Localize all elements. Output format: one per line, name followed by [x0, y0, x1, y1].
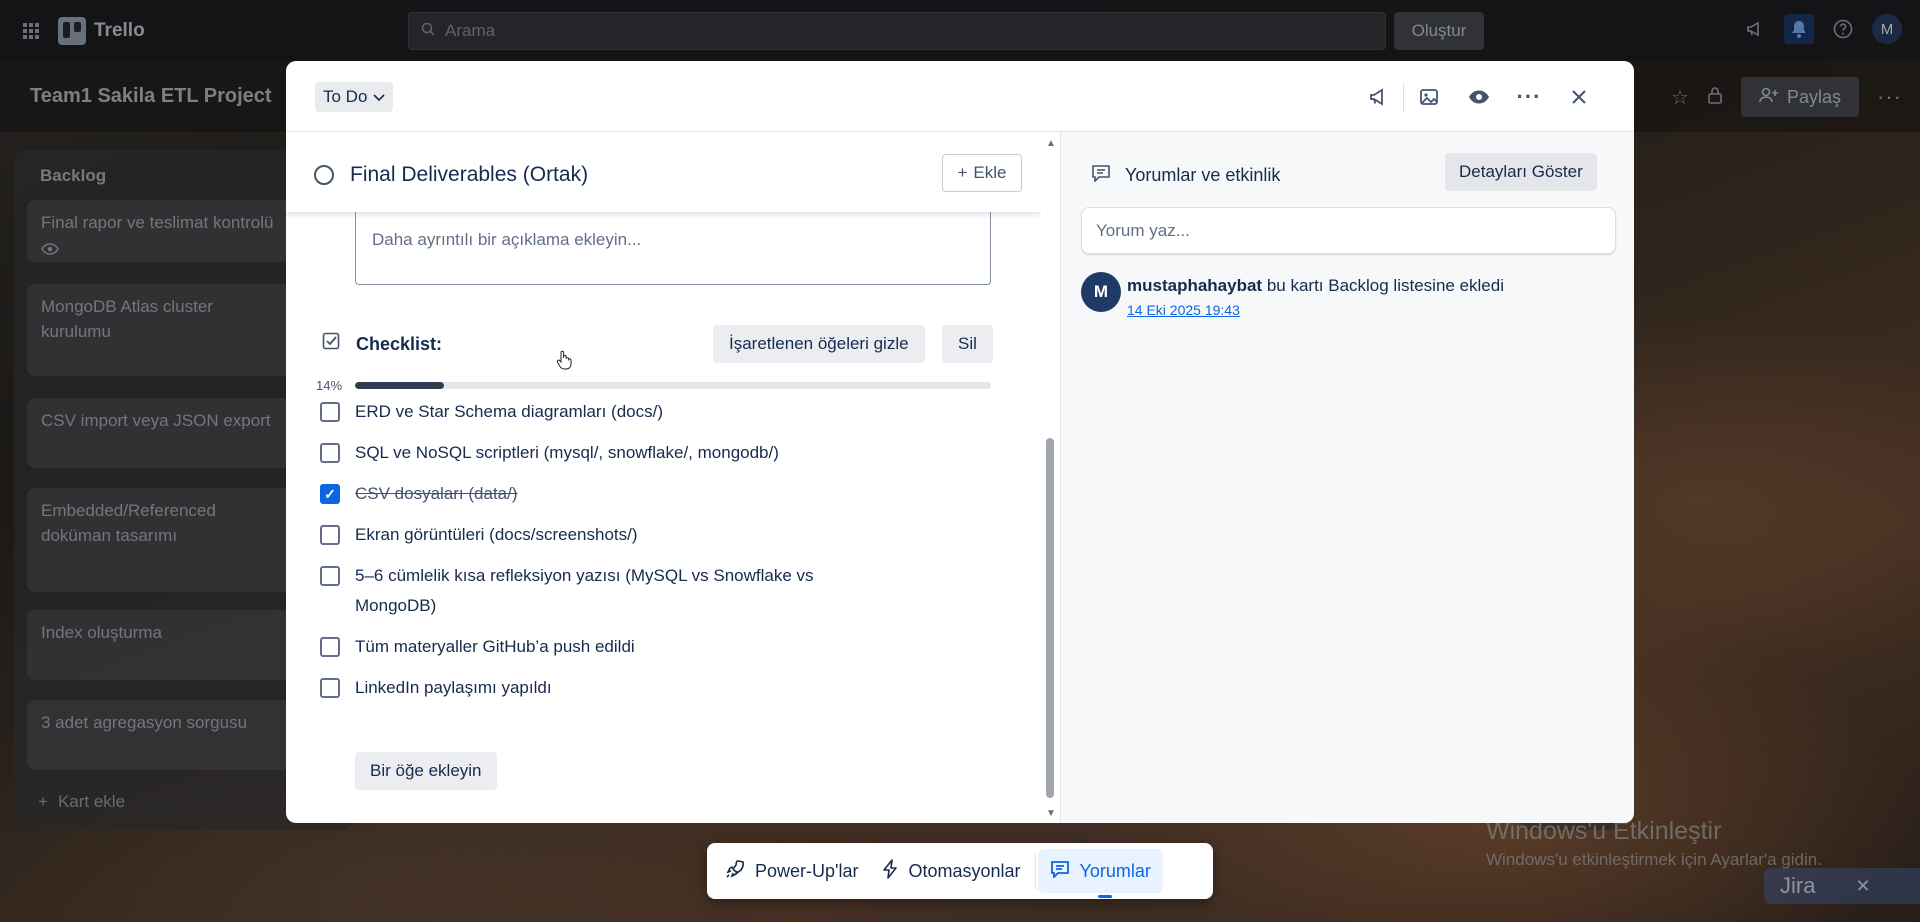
add-checklist-item-button[interactable]: Bir öğe ekleyin: [355, 752, 497, 790]
complete-card-checkbox[interactable]: [314, 165, 334, 185]
checklist-item[interactable]: ✓ CSV dosyaları (data/): [320, 483, 940, 509]
checklist-item[interactable]: Ekran görüntüleri (docs/screenshots/): [320, 524, 940, 550]
powerups-label: Power-Up'lar: [755, 860, 859, 881]
checklist-item-label[interactable]: Ekran görüntüleri (docs/screenshots/): [355, 520, 638, 550]
rocket-icon: [725, 859, 745, 884]
lightning-icon: [882, 858, 898, 884]
checklist-items: ERD ve Star Schema diagramları (docs/) SQ…: [320, 401, 940, 718]
watch-eye-icon[interactable]: [1454, 81, 1504, 113]
activity-action: bu kartı Backlog listesine ekledi: [1262, 276, 1504, 295]
checklist-item-checkbox[interactable]: [320, 566, 340, 586]
megaphone-icon[interactable]: [1353, 81, 1403, 113]
status-dropdown[interactable]: To Do: [315, 82, 394, 112]
card-title-row: Final Deliverables (Ortak) + Ekle: [286, 132, 1041, 212]
checklist-item[interactable]: LinkedIn paylaşımı yapıldı: [320, 677, 940, 703]
comments-button[interactable]: Yorumlar: [1037, 849, 1163, 898]
comments-title: Yorumlar ve etkinlik: [1125, 165, 1281, 185]
checklist-item-label[interactable]: LinkedIn paylaşımı yapıldı: [355, 673, 552, 703]
checklist-item-checkbox[interactable]: [320, 402, 340, 422]
comment-input[interactable]: Yorum yaz...: [1081, 207, 1616, 254]
checklist-item-checkbox[interactable]: [320, 443, 340, 463]
checklist-item[interactable]: 5–6 cümlelik kısa refleksiyon yazısı (My…: [320, 565, 940, 621]
checklist-item-checkbox[interactable]: ✓: [320, 484, 340, 504]
checklist-item-checkbox[interactable]: [320, 678, 340, 698]
checklist-item-label[interactable]: Tüm materyaller GitHub’a push edildi: [355, 632, 635, 662]
checklist-item-label[interactable]: ERD ve Star Schema diagramları (docs/): [355, 397, 663, 427]
checklist-item-label[interactable]: CSV dosyaları (data/): [355, 479, 518, 509]
automations-label: Otomasyonlar: [908, 860, 1021, 881]
comments-label: Yorumlar: [1079, 860, 1151, 881]
checklist-item-checkbox[interactable]: [320, 525, 340, 545]
add-label: Ekle: [973, 163, 1007, 182]
checklist-progress-bar: [355, 382, 991, 389]
status-value: To Do: [323, 87, 368, 106]
activity-timestamp[interactable]: 14 Eki 2025 19:43: [1127, 302, 1240, 318]
comments-panel: Yorumlar ve etkinlik Detayları Göster Yo…: [1060, 132, 1634, 823]
checklist-progress-label: 14%: [316, 378, 343, 393]
checklist-item[interactable]: SQL ve NoSQL scriptleri (mysql/, snowfla…: [320, 442, 940, 468]
card-title[interactable]: Final Deliverables (Ortak): [350, 163, 588, 187]
comment-icon: [1050, 860, 1070, 883]
comment-icon: [1091, 164, 1111, 187]
activity-user[interactable]: mustaphahaybat: [1127, 276, 1262, 295]
plus-icon: +: [957, 163, 968, 182]
avatar[interactable]: M: [1081, 272, 1121, 312]
add-button[interactable]: + Ekle: [942, 154, 1022, 192]
delete-checklist-button[interactable]: Sil: [942, 325, 993, 363]
bottom-dock: Power-Up'lar Otomasyonlar Yorumlar: [707, 843, 1213, 899]
checklist-item-label[interactable]: SQL ve NoSQL scriptleri (mysql/, snowfla…: [355, 438, 779, 468]
close-icon[interactable]: [1554, 81, 1604, 113]
checklist-title[interactable]: Checklist:: [356, 334, 442, 355]
automations-button[interactable]: Otomasyonlar: [870, 849, 1032, 893]
powerups-button[interactable]: Power-Up'lar: [713, 849, 870, 893]
scrollbar-thumb[interactable]: [1046, 438, 1054, 798]
scroll-up-arrow-icon[interactable]: ▲: [1046, 138, 1056, 149]
cover-image-icon[interactable]: [1404, 81, 1454, 113]
checklist-item-label[interactable]: 5–6 cümlelik kısa refleksiyon yazısı (My…: [355, 561, 825, 621]
description-textarea[interactable]: Daha ayrıntılı bir açıklama ekleyin...: [355, 212, 991, 285]
hide-checked-items-button[interactable]: İşaretlenen öğeleri gizle: [713, 325, 925, 363]
card-detail-modal: To Do ··· Final Deliverables (Ortak) + E…: [286, 61, 1634, 823]
show-details-button[interactable]: Detayları Göster: [1445, 153, 1597, 191]
scroll-down-arrow-icon[interactable]: ▼: [1046, 808, 1056, 819]
modal-header: To Do ···: [286, 61, 1634, 132]
checklist-item[interactable]: Tüm materyaller GitHub’a push edildi: [320, 636, 940, 662]
checklist-item-checkbox[interactable]: [320, 637, 340, 657]
checklist-item[interactable]: ERD ve Star Schema diagramları (docs/): [320, 401, 940, 427]
checklist-icon: [322, 332, 340, 355]
activity-text: mustaphahaybat bu kartı Backlog listesin…: [1127, 276, 1504, 296]
chevron-down-icon: [373, 87, 385, 107]
more-options-icon[interactable]: ···: [1504, 81, 1554, 113]
divider: [1034, 853, 1036, 889]
mouse-cursor-icon: [556, 350, 572, 376]
checklist-progress-fill: [355, 382, 445, 389]
scrollbar[interactable]: ▲ ▼: [1042, 132, 1056, 823]
